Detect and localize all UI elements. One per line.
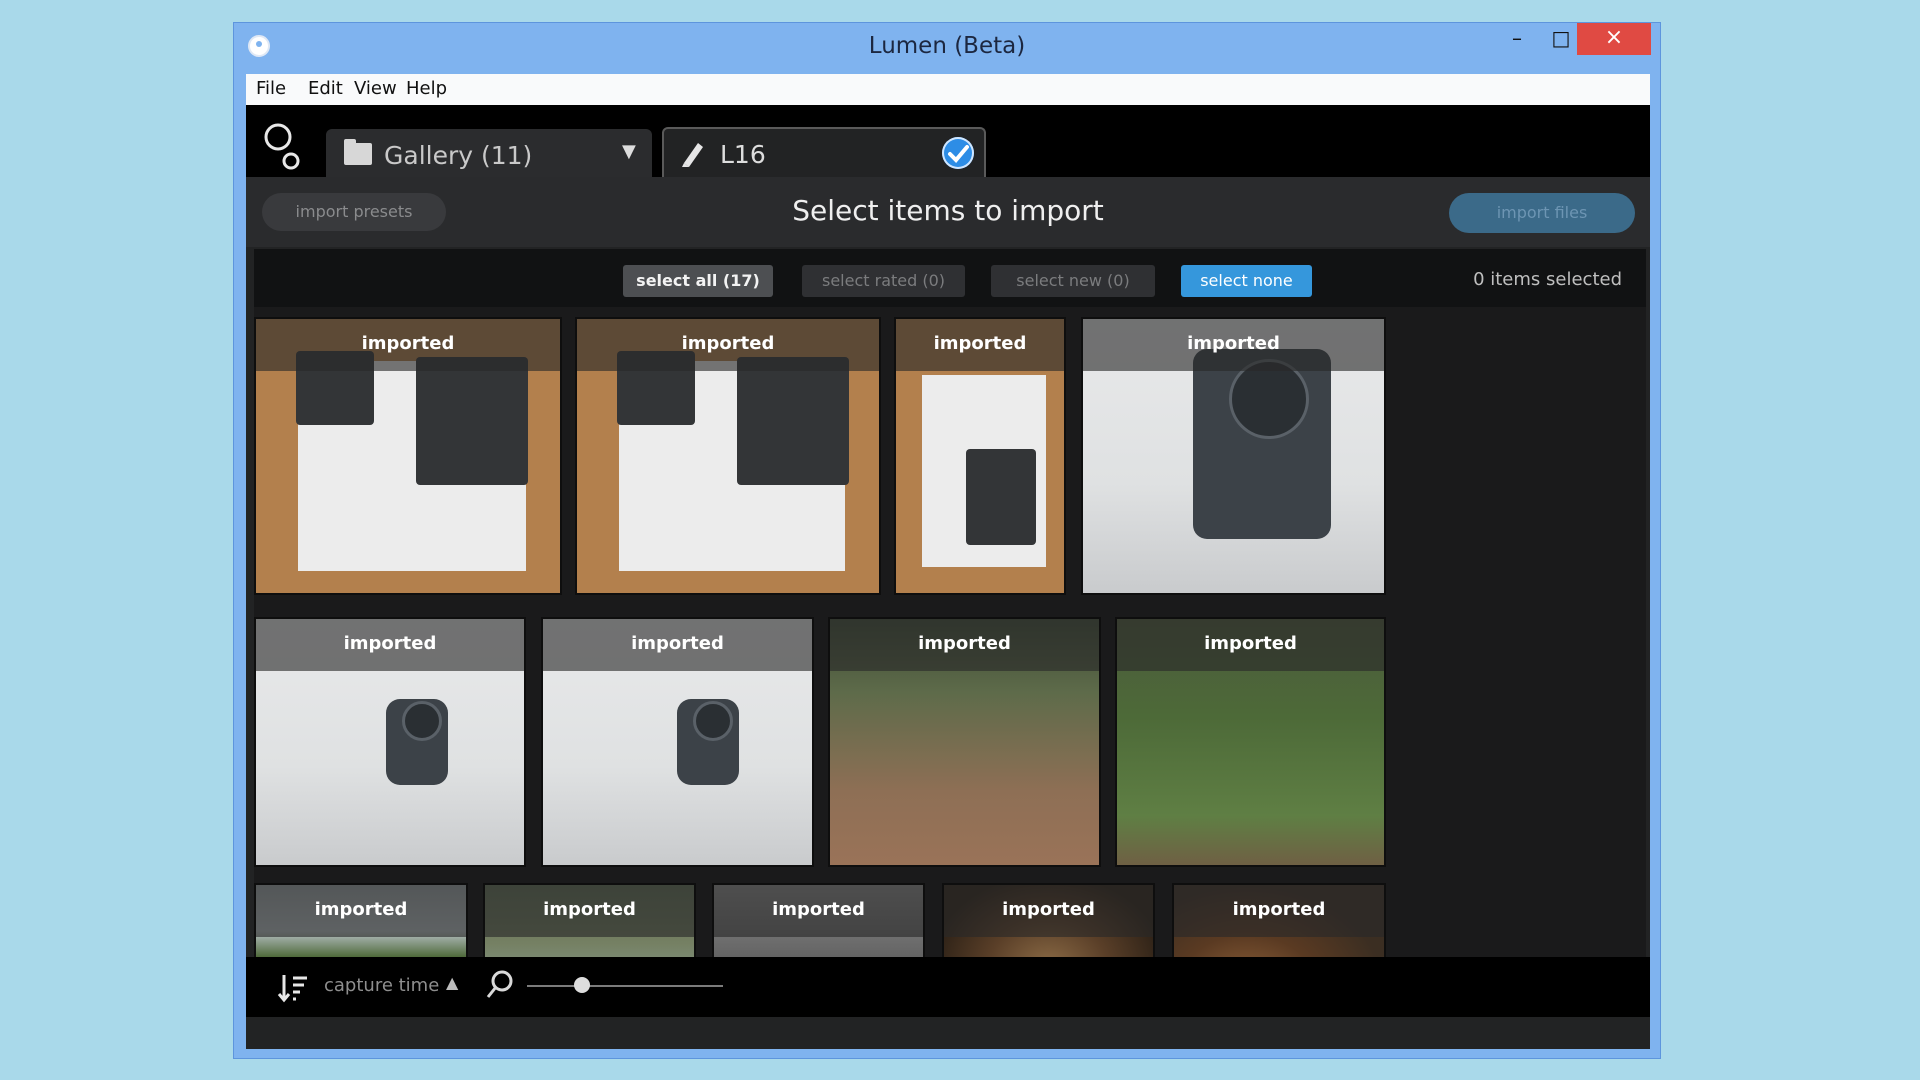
thumbnail-grid[interactable]: imported imported imported imported impo… (254, 307, 1646, 957)
imported-badge: imported (772, 899, 865, 920)
zoom-slider-track[interactable] (527, 985, 723, 987)
select-rated-button[interactable]: select rated (0) (802, 265, 965, 297)
photo-content (966, 449, 1036, 545)
imported-badge: imported (343, 633, 437, 654)
imported-badge: imported (1002, 899, 1095, 920)
menu-edit[interactable]: Edit (308, 78, 343, 99)
zoom-slider-handle[interactable] (574, 977, 590, 993)
imported-badge: imported (1187, 333, 1280, 354)
photo-content (693, 701, 733, 741)
tab-l16[interactable]: L16 (662, 127, 986, 177)
menu-help[interactable]: Help (406, 78, 447, 99)
imported-badge: imported (1204, 633, 1297, 654)
photo-content (1229, 359, 1309, 439)
page-title: Select items to import (792, 194, 1104, 227)
app-window: Lumen (Beta) – □ × File Edit View Help G… (233, 22, 1661, 1059)
tab-l16-label: L16 (720, 140, 766, 169)
thumbnail[interactable]: imported (1081, 317, 1386, 595)
check-circle-icon (942, 137, 974, 169)
photo-content (737, 357, 849, 485)
thumbnail[interactable]: imported (541, 617, 814, 867)
tab-strip: Gallery (11) ▼ L16 (246, 105, 1650, 177)
imported-badge: imported (631, 633, 724, 654)
select-new-button[interactable]: select new (0) (991, 265, 1155, 297)
photo-content (416, 357, 528, 485)
thumbnail[interactable]: imported (575, 317, 881, 595)
thumbnail[interactable]: imported (828, 617, 1101, 867)
sort-icon[interactable] (276, 971, 310, 1005)
select-none-button[interactable]: select none (1181, 265, 1312, 297)
thumbnail[interactable]: imported (1172, 883, 1386, 957)
photo-content (402, 701, 442, 741)
pen-icon (682, 143, 703, 167)
import-files-button[interactable]: import files (1449, 193, 1635, 233)
minimize-button[interactable]: – (1494, 23, 1540, 55)
imported-badge: imported (933, 333, 1027, 354)
thumbnail[interactable]: imported (894, 317, 1066, 595)
thumbnail[interactable]: imported (254, 317, 562, 595)
dropdown-arrow-icon[interactable]: ▼ (622, 141, 636, 162)
logo-icon[interactable] (264, 123, 304, 173)
selected-count: 0 items selected (1473, 269, 1622, 290)
menu-view[interactable]: View (354, 78, 397, 99)
search-icon[interactable] (484, 969, 516, 1001)
imported-badge: imported (361, 333, 455, 354)
sort-direction-icon[interactable]: ▲ (446, 973, 458, 992)
imported-badge: imported (681, 333, 775, 354)
menu-bar: File Edit View Help (246, 74, 1650, 105)
thumbnail[interactable]: imported (942, 883, 1155, 957)
window-title: Lumen (Beta) (868, 33, 1026, 59)
bottom-toolbar: capture time ▲ (246, 957, 1650, 1017)
thumbnail[interactable]: imported (1115, 617, 1386, 867)
tab-gallery-label: Gallery (11) (384, 141, 533, 170)
imported-badge: imported (314, 899, 408, 920)
close-button[interactable]: × (1577, 23, 1651, 55)
selection-toolbar: select all (17) select rated (0) select … (254, 249, 1646, 307)
thumbnail[interactable]: imported (254, 617, 526, 867)
tab-gallery[interactable]: Gallery (11) ▼ (326, 129, 652, 177)
menu-file[interactable]: File (256, 78, 286, 99)
imported-badge: imported (1232, 899, 1326, 920)
thumbnail[interactable]: imported (483, 883, 696, 957)
imported-badge: imported (543, 899, 636, 920)
title-bar[interactable]: Lumen (Beta) – □ × (234, 23, 1660, 71)
thumbnail[interactable]: imported (712, 883, 925, 957)
select-all-button[interactable]: select all (17) (623, 265, 773, 297)
sort-label[interactable]: capture time (324, 975, 439, 996)
thumbnail[interactable]: imported (254, 883, 468, 957)
imported-badge: imported (918, 633, 1011, 654)
folder-icon (344, 139, 372, 165)
main-area: Gallery (11) ▼ L16 import presets Select… (246, 105, 1650, 1049)
